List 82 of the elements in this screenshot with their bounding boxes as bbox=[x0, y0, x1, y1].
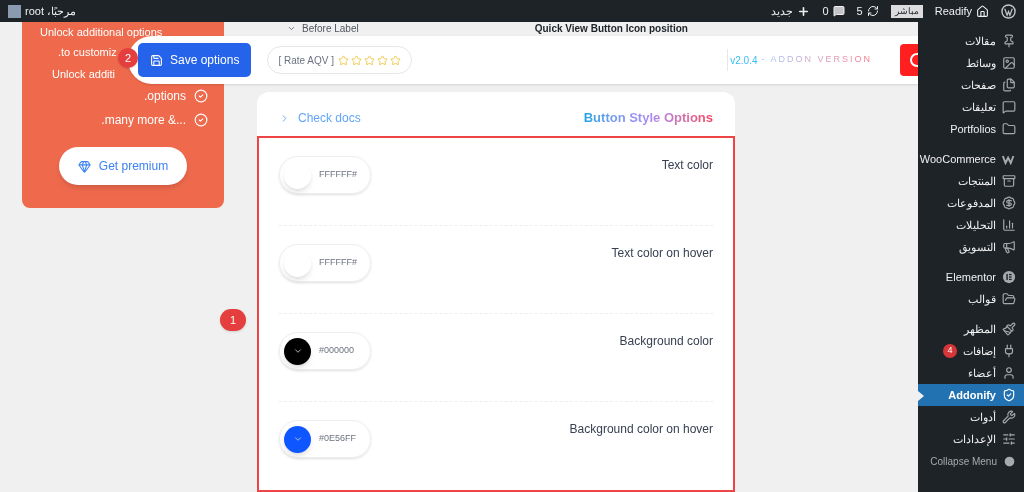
sidebar-item[interactable]: أدوات bbox=[918, 406, 1024, 428]
brush-icon bbox=[1002, 322, 1016, 336]
dollar-icon bbox=[1002, 196, 1016, 210]
sidebar-item[interactable]: مقالات bbox=[918, 30, 1024, 52]
save-options-button[interactable]: Save options bbox=[138, 43, 252, 77]
pin-icon bbox=[1002, 34, 1016, 48]
woo-logo-icon bbox=[1002, 153, 1016, 165]
greeting-link[interactable]: مرحبًا، root bbox=[25, 2, 77, 20]
section-title: Quick View Button Icon position bbox=[534, 21, 688, 36]
sidebar-item[interactable]: وسائط bbox=[918, 52, 1024, 74]
sliders-icon bbox=[1002, 432, 1016, 446]
star-outline-icon bbox=[338, 54, 349, 66]
updates-icon[interactable] bbox=[866, 5, 879, 17]
sidebar-item[interactable]: WooCommerce bbox=[918, 148, 1024, 170]
field-label: Text color bbox=[661, 157, 713, 174]
home-icon[interactable] bbox=[976, 4, 989, 18]
color-value: FFFFFF# bbox=[319, 168, 357, 182]
card-text: .to customiz bbox=[57, 45, 117, 59]
collapse-menu-button[interactable]: Collapse Menu bbox=[918, 450, 1024, 472]
sidebar-item[interactable]: أعضاء bbox=[918, 362, 1024, 384]
feature-text: .many more &... bbox=[101, 112, 186, 129]
avatar-placeholder[interactable] bbox=[8, 4, 21, 18]
check-circle-icon bbox=[194, 113, 208, 127]
megaphone-icon bbox=[1002, 240, 1016, 254]
card-text: Unlock additi bbox=[51, 67, 115, 81]
sidebar-item[interactable]: صفحات bbox=[918, 74, 1024, 96]
field-label: Background color on hover bbox=[569, 421, 713, 438]
updates-count: 5 bbox=[856, 3, 863, 19]
sidebar-item[interactable]: Elementor bbox=[918, 266, 1024, 288]
wordpress-logo-icon[interactable] bbox=[1001, 3, 1016, 19]
star-outline-icon bbox=[390, 54, 401, 66]
sidebar-item[interactable]: الإعدادات bbox=[918, 428, 1024, 450]
sidebar-item[interactable]: المدفوعات bbox=[918, 192, 1024, 214]
plus-icon[interactable] bbox=[797, 4, 811, 18]
sidebar-item[interactable]: Addonify bbox=[918, 384, 1024, 406]
bar-chart-icon bbox=[1002, 218, 1016, 232]
archive-icon bbox=[1002, 174, 1016, 188]
action-button[interactable] bbox=[900, 44, 918, 76]
pages-icon bbox=[1002, 78, 1016, 92]
folder-icon bbox=[1002, 122, 1016, 136]
star-outline-icon bbox=[377, 54, 388, 66]
star-outline-icon bbox=[351, 54, 362, 66]
new-link[interactable]: جديد bbox=[771, 2, 794, 20]
save-icon bbox=[150, 53, 163, 67]
field-label: Text color on hover bbox=[611, 245, 713, 262]
check-circle-icon bbox=[194, 89, 208, 103]
user-icon bbox=[1002, 366, 1016, 380]
sidebar-item[interactable]: المظهر bbox=[918, 318, 1024, 340]
field-label: Background color bbox=[619, 333, 713, 350]
version-number: v2.0.4 bbox=[730, 53, 758, 68]
sidebar-item[interactable]: التحليلات bbox=[918, 214, 1024, 236]
count-badge: 4 bbox=[943, 344, 957, 358]
sidebar-item[interactable]: التسويق bbox=[918, 236, 1024, 258]
card-text: Unlock additional options bbox=[39, 26, 163, 39]
comments-count: 0 bbox=[822, 3, 829, 19]
color-value: #000000 bbox=[319, 344, 355, 358]
media-icon bbox=[1002, 56, 1016, 70]
current-pointer-icon bbox=[918, 391, 924, 401]
color-value: #0E56FF bbox=[319, 432, 357, 446]
sidebar-item[interactable]: المنتجات bbox=[918, 170, 1024, 192]
comment-icon bbox=[1002, 100, 1016, 114]
live-badge: مباشر bbox=[890, 4, 923, 18]
diamond-icon bbox=[77, 159, 91, 173]
dropdown-value: Before Label bbox=[302, 21, 359, 36]
folder-icon bbox=[1002, 292, 1016, 306]
get-premium-button[interactable]: Get premium bbox=[59, 147, 187, 185]
site-name-link[interactable]: Readify bbox=[934, 2, 972, 20]
feature-text: .options bbox=[143, 88, 186, 105]
elementor-logo-icon bbox=[1002, 270, 1016, 284]
plug-icon bbox=[1002, 344, 1016, 358]
sidebar-item[interactable]: تعليقات bbox=[918, 96, 1024, 118]
sidebar-item[interactable]: Portfolios bbox=[918, 118, 1024, 140]
sidebar-item[interactable]: قوالب bbox=[918, 288, 1024, 310]
step-marker: 1 bbox=[220, 309, 246, 331]
color-value: FFFFFF# bbox=[319, 256, 357, 270]
comment-icon[interactable] bbox=[832, 5, 845, 17]
shield-icon bbox=[1002, 388, 1016, 402]
chevron-icon bbox=[292, 346, 303, 356]
wrench-icon bbox=[1002, 410, 1016, 424]
rate-label: [ Rate AQV ] bbox=[278, 53, 334, 68]
chevron-icon bbox=[292, 434, 303, 444]
star-outline-icon bbox=[364, 54, 375, 66]
